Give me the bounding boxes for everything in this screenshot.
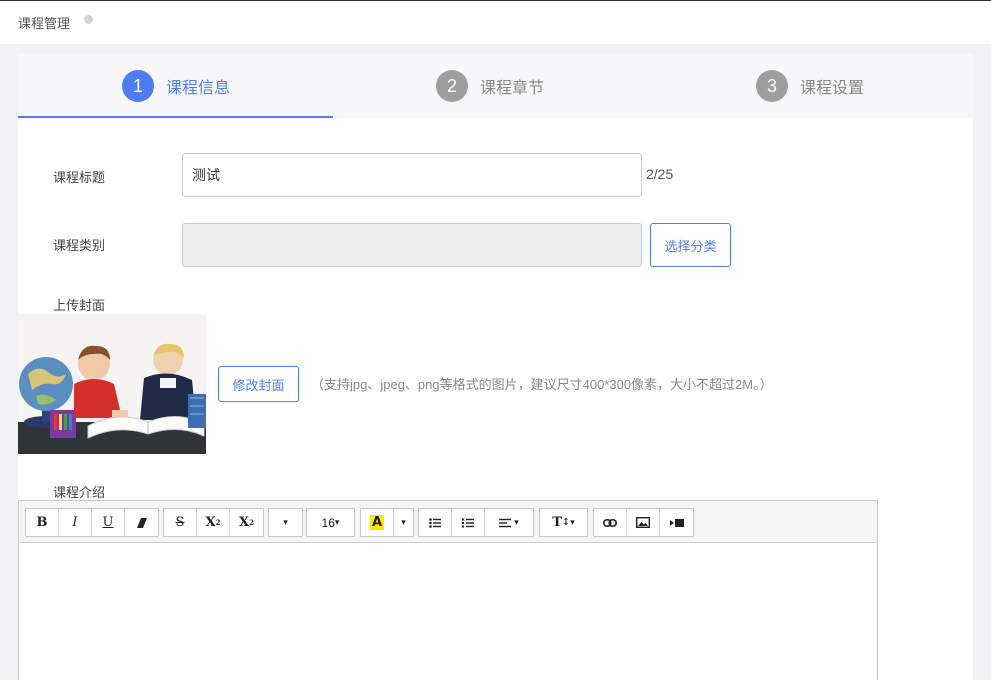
step-course-info[interactable]: 1 课程信息	[122, 70, 230, 102]
page-title: 课程管理	[18, 16, 71, 31]
cover-upload-hint: （支持jpg、jpeg、png等格式的图片，建议尺寸400*300像素，大小不超…	[311, 377, 773, 392]
numbered-list-icon	[462, 518, 474, 527]
course-category-field[interactable]	[182, 223, 642, 267]
chevron-down-icon: ▾	[334, 517, 340, 527]
course-form-card: 1 课程信息 2 课程章节 3 课程设置 课程标题 2/25 课程类别 选择分类…	[18, 54, 973, 680]
numbered-list-button[interactable]	[452, 509, 485, 536]
format-button-group: B I U	[25, 508, 159, 537]
bullet-list-icon	[429, 517, 441, 528]
rich-text-editor: B I U S X2 X2 ▾ 16 ▾ A ▾ ▾ T ↕ ▾	[18, 500, 878, 680]
text-type-dropdown[interactable]: T ↕ ▾	[540, 509, 587, 536]
step-label: 课程设置	[800, 80, 865, 97]
align-dropdown[interactable]: ▾	[485, 509, 533, 536]
video-icon	[669, 518, 684, 527]
step-label: 课程章节	[480, 80, 545, 97]
highlight-color-dropdown[interactable]: ▾	[394, 509, 413, 536]
cover-image	[18, 314, 206, 454]
subscript-mark: 2	[249, 518, 254, 527]
tab-status-dot	[84, 15, 93, 24]
line-height-icon: ↕	[561, 517, 571, 528]
insert-link-button[interactable]	[594, 509, 627, 536]
chevron-down-icon: ▾	[514, 517, 519, 528]
active-step-underline	[18, 116, 333, 118]
title-char-counter: 2/25	[646, 166, 674, 182]
font-family-group: ▾	[268, 508, 303, 537]
underline-button[interactable]: U	[92, 509, 125, 536]
subscript-button[interactable]: X2	[230, 509, 263, 536]
bold-button[interactable]: B	[26, 509, 59, 536]
superscript-button[interactable]: X2	[197, 509, 230, 536]
insert-video-button[interactable]	[660, 509, 693, 536]
link-icon	[603, 518, 617, 527]
step-label: 课程信息	[166, 80, 231, 97]
bullet-list-button[interactable]	[419, 509, 452, 536]
step-number: 1	[122, 70, 154, 102]
course-title-input[interactable]	[182, 153, 642, 197]
chevron-down-icon: ▾	[570, 517, 575, 528]
step-number: 2	[436, 70, 468, 102]
text-type-t: T	[552, 515, 562, 530]
editor-content-area[interactable]	[19, 543, 877, 680]
eraser-button[interactable]	[125, 509, 158, 536]
insert-image-button[interactable]	[627, 509, 660, 536]
step-number: 3	[756, 70, 788, 102]
highlight-group: A ▾	[360, 508, 414, 537]
select-category-button[interactable]: 选择分类	[650, 223, 731, 267]
course-title-label: 课程标题	[53, 170, 106, 185]
editor-toolbar: B I U S X2 X2 ▾ 16 ▾ A ▾ ▾ T ↕ ▾	[19, 501, 877, 543]
course-intro-label: 课程介绍	[53, 485, 106, 500]
steps-bar: 1 课程信息 2 课程章节 3 课程设置	[18, 54, 973, 118]
step-course-chapters[interactable]: 2 课程章节	[436, 70, 544, 102]
italic-button[interactable]: I	[59, 509, 92, 536]
font-size-value: 16	[321, 515, 335, 530]
subscript-x: X	[239, 515, 250, 530]
font-size-group: 16 ▾	[306, 508, 355, 537]
image-icon	[636, 517, 650, 528]
step-course-settings[interactable]: 3 课程设置	[756, 70, 864, 102]
eraser-icon	[136, 517, 147, 528]
highlight-a: A	[369, 515, 385, 530]
font-size-dropdown[interactable]: 16 ▾	[307, 509, 354, 536]
script-button-group: S X2 X2	[163, 508, 264, 537]
superscript-x: X	[205, 515, 216, 530]
list-align-group: ▾	[418, 508, 534, 537]
insert-group	[593, 508, 694, 537]
change-cover-button[interactable]: 修改封面	[218, 366, 299, 402]
top-bar: 课程管理	[0, 0, 991, 44]
heading-group: T ↕ ▾	[539, 508, 588, 537]
cover-image-illustration	[18, 314, 206, 454]
align-left-icon	[499, 518, 512, 527]
course-category-label: 课程类别	[53, 238, 106, 253]
highlight-color-button[interactable]: A	[361, 509, 394, 536]
superscript-mark: 2	[215, 518, 221, 527]
cover-upload-label: 上传封面	[53, 298, 106, 313]
strikethrough-button[interactable]: S	[164, 509, 197, 536]
font-family-dropdown[interactable]: ▾	[269, 509, 302, 536]
